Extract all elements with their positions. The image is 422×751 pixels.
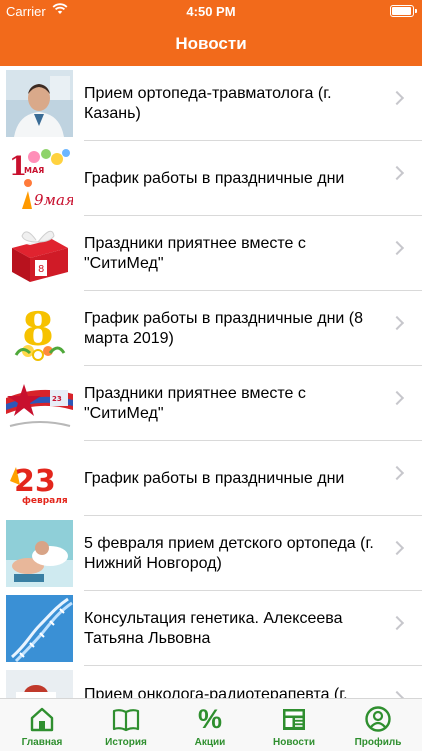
news-item[interactable]: 5 февраля прием детского ортопеда (г. Ни… — [0, 516, 422, 591]
news-item[interactable]: Консультация генетика. Алексеева Татьяна… — [0, 591, 422, 666]
news-item[interactable]: 23 февраля График работы в праздничные д… — [0, 441, 422, 516]
chevron-right-icon — [389, 90, 405, 106]
feb23-number: 23 — [14, 464, 56, 499]
news-title: Консультация генетика. Алексеева Татьяна… — [84, 609, 343, 647]
tab-history[interactable]: История — [84, 699, 168, 751]
news-title: Праздники приятнее вместе с "СитиМед" — [84, 234, 306, 272]
may1-word: МАЯ — [24, 166, 44, 175]
news-list: Прием ортопеда-травматолога (г. Казань) … — [0, 66, 422, 698]
news-item[interactable]: Прием онколога-радиотерапевта (г. — [0, 666, 422, 698]
battery-icon — [390, 5, 417, 17]
news-title: График работы в праздничные дни (8 марта… — [84, 309, 364, 347]
chevron-right-icon — [389, 615, 405, 631]
news-item[interactable]: 23 Праздники приятнее вместе с "СитиМед" — [0, 366, 422, 441]
tab-promotions[interactable]: % Акции — [168, 699, 252, 751]
clock: 4:50 PM — [186, 4, 236, 19]
news-title: Прием онколога-радиотерапевта (г. — [84, 686, 348, 698]
chevron-right-icon — [389, 315, 405, 331]
tab-label: Главная — [21, 737, 63, 748]
feb23-word: февраля — [22, 496, 68, 506]
profile-icon — [365, 706, 391, 732]
home-icon — [30, 707, 54, 732]
doctor-portrait-thumbnail — [6, 70, 73, 137]
oncology-thumbnail — [6, 670, 73, 698]
tab-bar: Главная История % Акции Новости Профиль — [0, 698, 422, 751]
may-holidays-thumbnail: 1 МАЯ 9мая — [6, 145, 73, 212]
tab-label: История — [105, 737, 147, 748]
svg-text:8: 8 — [38, 264, 44, 275]
tab-profile[interactable]: Профиль — [336, 699, 420, 751]
child-ortho-thumbnail — [6, 520, 73, 587]
news-item[interactable]: 8 Праздники приятнее вместе с "СитиМед" — [0, 216, 422, 291]
tab-label: Акции — [194, 737, 226, 748]
chevron-right-icon — [389, 465, 405, 481]
chevron-right-icon — [389, 540, 405, 556]
book-icon — [112, 709, 140, 732]
tab-label: Новости — [273, 737, 315, 748]
gift-box-thumbnail: 8 — [6, 220, 73, 287]
news-item[interactable]: Прием ортопеда-травматолога (г. Казань) — [0, 66, 422, 141]
chevron-right-icon — [389, 240, 405, 256]
feb-23-thumbnail: 23 февраля — [6, 445, 73, 512]
news-title: Прием ортопеда-травматолога (г. Казань) — [84, 84, 332, 122]
page-title: Новости — [175, 34, 247, 53]
news-title: 5 февраля прием детского ортопеда (г. Ни… — [84, 534, 374, 572]
tab-home[interactable]: Главная — [0, 699, 84, 751]
news-title: Праздники приятнее вместе с "СитиМед" — [84, 384, 306, 422]
newspaper-icon — [283, 709, 305, 730]
dna-thumbnail — [6, 595, 73, 662]
chevron-right-icon — [389, 165, 405, 181]
header-bar: Carrier 4:50 PM Новости — [0, 0, 422, 66]
may9-text: 9мая — [34, 191, 73, 209]
percent-icon: % — [197, 704, 222, 734]
chevron-right-icon — [389, 390, 405, 406]
news-title: График работы в праздничные дни — [84, 169, 345, 187]
chevron-right-icon — [389, 690, 405, 698]
news-item[interactable]: 8 График работы в праздничные дни (8 мар… — [0, 291, 422, 366]
news-title: График работы в праздничные дни — [84, 469, 345, 487]
march-8-thumbnail: 8 — [6, 295, 73, 362]
svg-text:23: 23 — [52, 395, 62, 403]
tab-news[interactable]: Новости — [252, 699, 336, 751]
status-bar: Carrier 4:50 PM — [0, 0, 422, 22]
tab-label: Профиль — [354, 737, 402, 748]
feb-23-star-thumbnail: 23 — [6, 370, 73, 437]
news-item[interactable]: 1 МАЯ 9мая График работы в праздничные д… — [0, 141, 422, 216]
